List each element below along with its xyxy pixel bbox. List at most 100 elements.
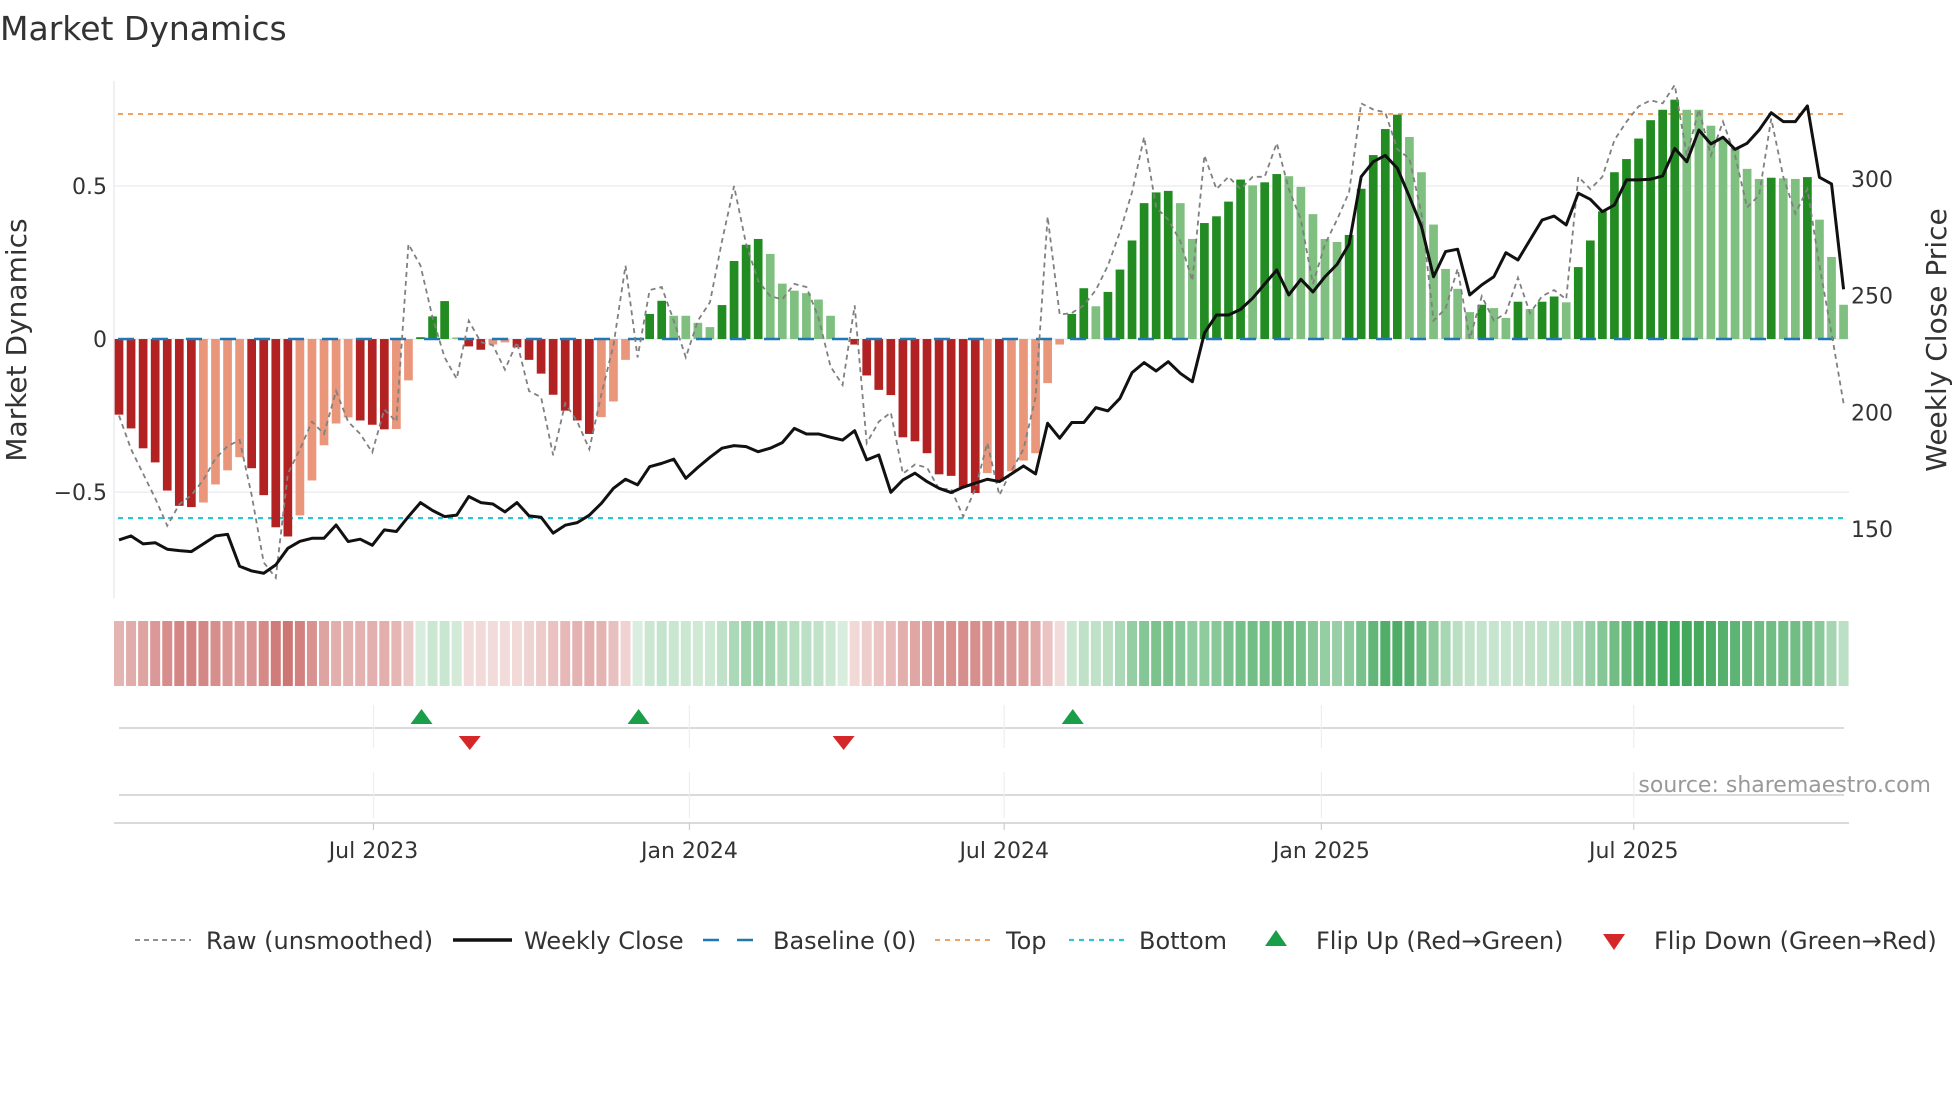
heat-cell: [1488, 621, 1499, 686]
heat-cell: [729, 621, 740, 686]
bar: [1175, 203, 1185, 340]
legend-label-top: Top: [1005, 927, 1047, 955]
heat-cell: [1645, 621, 1656, 686]
heat-cell: [1151, 621, 1162, 686]
heat-cell: [1175, 621, 1186, 686]
heat-cell: [632, 621, 643, 686]
bar: [1501, 317, 1511, 340]
flip-down-marker: [832, 736, 855, 750]
heat-cell: [1525, 621, 1536, 686]
heat-cell: [620, 621, 631, 686]
bar: [1356, 188, 1366, 340]
bar: [645, 313, 654, 340]
bar: [379, 339, 389, 430]
heat-strip: [114, 621, 1849, 686]
left-axis-title: Market Dynamics: [0, 218, 33, 461]
heat-cell: [885, 621, 896, 686]
heat-cell: [1476, 621, 1487, 686]
heat-cell: [343, 621, 354, 686]
heat-cell: [704, 621, 715, 686]
x-tick-label: Jul 2024: [957, 839, 1049, 864]
bar: [898, 339, 908, 438]
heat-cell: [1621, 621, 1632, 686]
bar: [174, 339, 184, 506]
bar: [259, 339, 269, 496]
bar: [970, 339, 980, 494]
bar: [1573, 267, 1583, 340]
heat-cell: [1838, 621, 1849, 686]
heat-cell: [813, 621, 824, 686]
heat-cell: [777, 621, 788, 686]
heat-cell: [560, 621, 571, 686]
legend-flip-up-icon: [1265, 930, 1287, 946]
bar: [138, 339, 148, 449]
bar: [790, 290, 799, 340]
heat-cell: [186, 621, 197, 686]
bar: [1453, 288, 1463, 340]
bar: [1694, 109, 1704, 340]
heat-cell: [1271, 621, 1282, 686]
heat-cell: [1790, 621, 1801, 686]
heat-cell: [403, 621, 414, 686]
bar: [705, 327, 715, 340]
bars: [114, 99, 1848, 537]
raw-series-line: [118, 82, 1845, 581]
source-label: source: sharemaestro.com: [1638, 773, 1931, 798]
bar: [1682, 109, 1692, 340]
legend-label-bottom: Bottom: [1139, 927, 1227, 955]
heat-cell: [1054, 621, 1065, 686]
legend-label-raw: Raw (unsmoothed): [206, 927, 433, 955]
heat-cell: [861, 621, 872, 686]
y2-tick-label: 150: [1851, 518, 1893, 543]
bar: [1634, 138, 1643, 340]
bar: [1115, 269, 1125, 340]
heat-cell: [1380, 621, 1391, 686]
heat-cell: [1802, 621, 1813, 686]
bar: [1067, 313, 1077, 340]
bar: [886, 339, 896, 396]
heat-cell: [656, 621, 667, 686]
bar: [126, 339, 136, 429]
bar: [1827, 257, 1836, 340]
bar: [1839, 304, 1848, 340]
heat-cell: [138, 621, 149, 686]
heat-cell: [1549, 621, 1560, 686]
bar: [524, 339, 534, 360]
bar: [934, 339, 944, 475]
heat-cell: [849, 621, 860, 686]
bar: [1055, 339, 1065, 345]
heat-cell: [1754, 621, 1765, 686]
heat-cell: [270, 621, 281, 686]
bar: [1151, 192, 1161, 340]
bar: [802, 293, 811, 340]
bar: [1103, 291, 1113, 340]
bar: [1815, 219, 1824, 340]
bar: [114, 339, 124, 415]
flip-markers: [114, 709, 1849, 824]
legend-label-flip-up: Flip Up (Red→Green): [1316, 927, 1564, 955]
bar: [199, 339, 208, 503]
heat-cell: [970, 621, 981, 686]
heat-cell: [198, 621, 209, 686]
bar: [1236, 179, 1245, 340]
heat-cell: [741, 621, 752, 686]
heat-cell: [234, 621, 245, 686]
heat-cell: [1127, 621, 1138, 686]
bar: [1754, 178, 1764, 340]
heat-cell: [680, 621, 691, 686]
bar: [1585, 240, 1595, 340]
bar: [1646, 120, 1655, 340]
heat-cell: [608, 621, 619, 686]
heat-cell: [1392, 621, 1403, 686]
bar: [1043, 339, 1052, 384]
right-axis-ticks: 300 250 200 150: [1851, 168, 1893, 543]
bar: [995, 339, 1004, 482]
heat-cell: [1139, 621, 1150, 686]
legend-flip-down-icon: [1603, 934, 1625, 950]
heat-cell: [282, 621, 293, 686]
heat-cell: [391, 621, 402, 686]
bar: [440, 301, 449, 340]
bar: [162, 339, 172, 491]
heat-cell: [1693, 621, 1704, 686]
bar: [693, 322, 703, 340]
